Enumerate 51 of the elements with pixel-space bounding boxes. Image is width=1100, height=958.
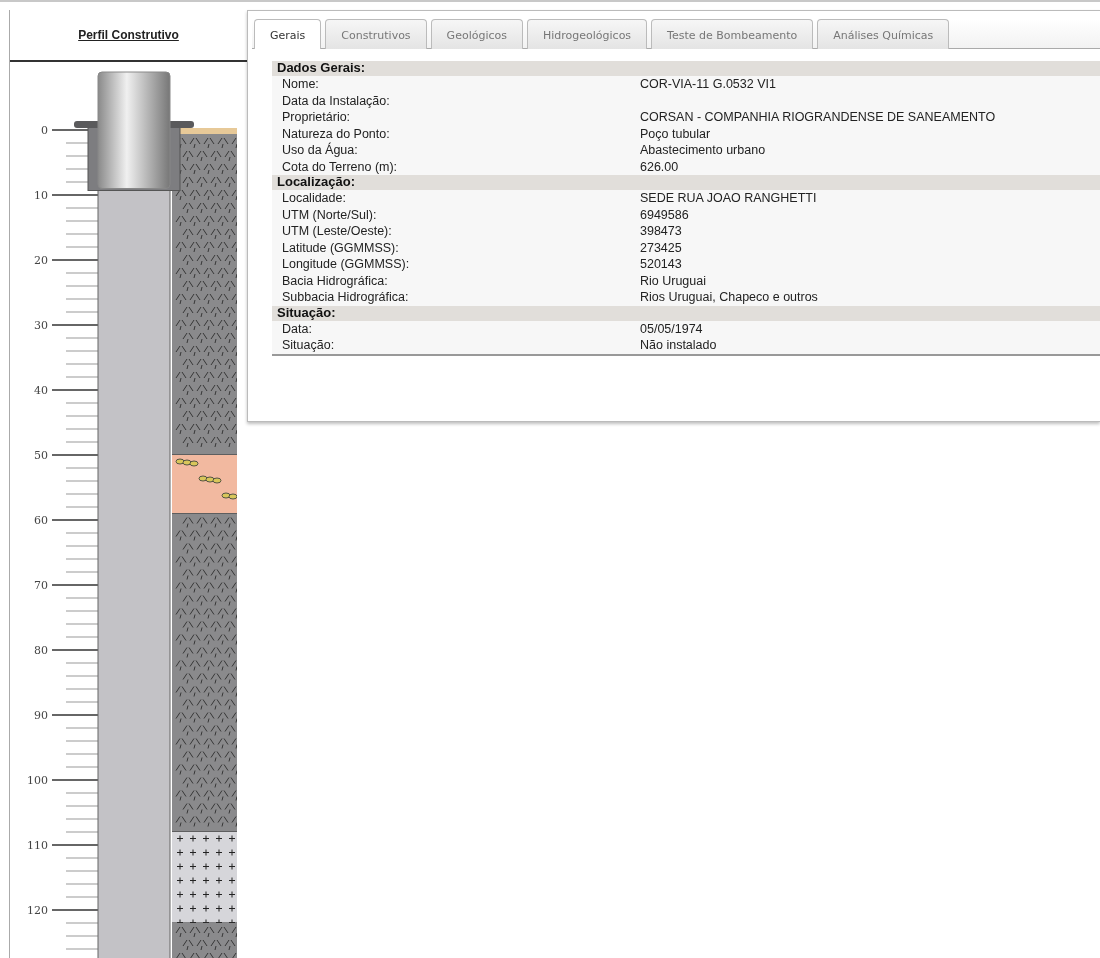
section-header: Dados Gerais: (272, 61, 1100, 76)
field-label: UTM (Leste/Oeste): (282, 224, 393, 239)
field-value: COR-VIA-11 G.0532 VI1 (640, 77, 777, 92)
field-value: SEDE RUA JOAO RANGHETTI (640, 191, 818, 206)
field-value: Rio Uruguai (640, 273, 707, 288)
field-label: Cota do Terreno (m): (282, 159, 399, 174)
depth-label: 30 (34, 319, 48, 332)
field-value: Abastecimento urbano (640, 143, 767, 158)
field-value: 273425 (640, 240, 683, 255)
field-value: Não instalado (640, 338, 718, 353)
field-value: 398473 (640, 224, 683, 239)
depth-label: 40 (34, 384, 48, 397)
field-label: Subbacia Hidrográfica: (282, 290, 410, 305)
depth-label: 100 (27, 774, 48, 787)
field-value: CORSAN - COMPANHIA RIOGRANDENSE DE SANEAMENTO (640, 110, 997, 125)
field-value: Rios Uruguai, Chapeco e outros (640, 290, 819, 305)
depth-label: 0 (41, 124, 48, 137)
field-value: Poço tubular (640, 126, 712, 141)
field-label: Localidade: (282, 191, 347, 206)
field-value: 05/05/1974 (640, 321, 704, 336)
field-label: UTM (Norte/Sul): (282, 207, 378, 222)
field-label: Data: (282, 321, 313, 336)
field-label: Natureza do Ponto: (282, 126, 391, 141)
field-label: Proprietário: (282, 110, 352, 125)
depth-label: 10 (34, 189, 48, 202)
depth-label: 70 (34, 579, 48, 592)
depth-label: 90 (34, 709, 48, 722)
tab[interactable]: Hidrogeológicos (526, 19, 648, 49)
tab[interactable]: Análises Químicas (817, 19, 950, 49)
section-header: Localização: (272, 175, 1100, 190)
field-value: 626.00 (640, 159, 680, 174)
field-label: Bacia Hidrográfica: (282, 273, 389, 288)
tab[interactable]: Teste de Bombeamento (651, 19, 814, 49)
field-value: 520143 (640, 257, 683, 272)
field-value: 6949586 (640, 207, 690, 222)
depth-label: 20 (34, 254, 48, 267)
tab[interactable]: Gerais (254, 19, 322, 49)
field-label: Uso da Água: (282, 143, 359, 158)
tab[interactable]: Construtivos (325, 19, 427, 49)
depth-label: 120 (27, 904, 48, 917)
field-label: Data da Instalação: (282, 93, 391, 108)
field-label: Longitude (GGMMSS): (282, 257, 411, 272)
field-label: Latitude (GGMMSS): (282, 240, 400, 255)
panel-title: Perfil Construtivo (78, 28, 179, 42)
depth-label: 80 (34, 644, 48, 657)
field-label: Nome: (282, 77, 320, 92)
depth-label: 110 (27, 839, 48, 852)
field-label: Situação: (282, 338, 336, 353)
tab[interactable]: Geológicos (430, 19, 523, 49)
depth-label: 60 (34, 514, 48, 527)
depth-label: 50 (34, 449, 48, 462)
